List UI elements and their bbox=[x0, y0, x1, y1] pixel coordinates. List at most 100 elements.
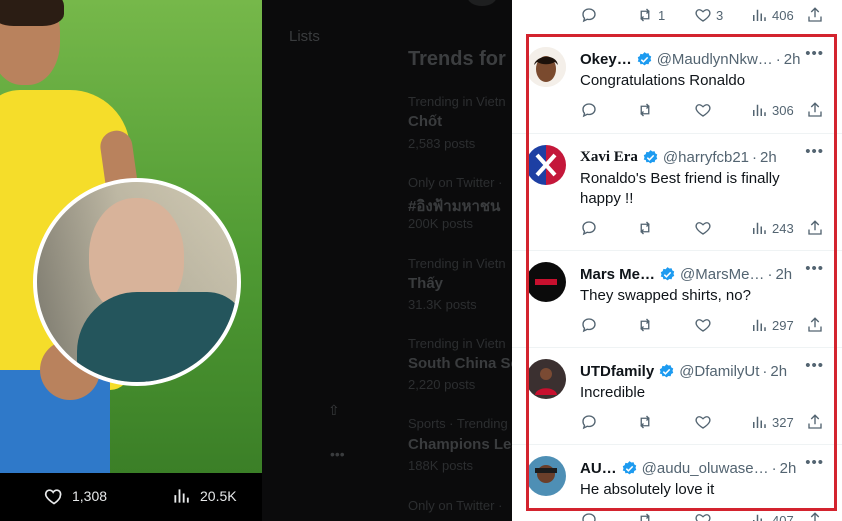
display-name[interactable]: Mars Me… bbox=[580, 266, 655, 283]
reply-button[interactable] bbox=[580, 316, 598, 334]
reply-actions: 407 bbox=[580, 511, 840, 521]
repost-button[interactable] bbox=[636, 101, 654, 119]
dim-more-icon: ••• bbox=[330, 446, 345, 462]
reply-item[interactable]: UTDfamily @DfamilyUt · 2h ••• Incredible… bbox=[512, 357, 842, 445]
repost-button[interactable] bbox=[636, 316, 654, 334]
reply-item[interactable]: Xavi Era @harryfcb21 · 2h ••• Ronaldo's … bbox=[512, 143, 842, 251]
views-count: 407 bbox=[772, 512, 794, 521]
like-button[interactable] bbox=[694, 101, 712, 119]
share-button[interactable] bbox=[806, 413, 824, 431]
inset-man-jacket bbox=[77, 292, 237, 382]
repost-icon bbox=[640, 221, 650, 235]
reply-header: Okey… @MaudlynNkw… · 2h bbox=[580, 49, 836, 69]
views-button[interactable]: 243 bbox=[750, 219, 794, 237]
reply-actions: 327 bbox=[580, 413, 840, 433]
trend-label: Trending in Vietn bbox=[408, 94, 506, 109]
separator-dot: · bbox=[775, 50, 781, 68]
views-button[interactable]: 407 bbox=[750, 511, 794, 521]
reply-button[interactable] bbox=[580, 511, 598, 521]
more-icon[interactable]: ••• bbox=[805, 143, 824, 160]
trend-title: #อิงฟ้ามหาชน bbox=[408, 198, 501, 215]
reply-text: Ronaldo's Best friend is finally happy !… bbox=[580, 170, 780, 207]
more-icon[interactable]: ••• bbox=[805, 260, 824, 277]
more-icon[interactable]: ••• bbox=[805, 357, 824, 374]
timestamp[interactable]: 2h bbox=[784, 51, 801, 68]
reply-item[interactable]: Mars Me… @MarsMe… · 2h ••• They swapped … bbox=[512, 260, 842, 348]
reply-item[interactable]: Okey… @MaudlynNkw… · 2h ••• Congratulati… bbox=[512, 45, 842, 134]
reply-button[interactable] bbox=[580, 219, 598, 237]
repost-button[interactable]: 1 bbox=[636, 6, 665, 24]
timestamp[interactable]: 2h bbox=[770, 363, 787, 380]
reply-button[interactable] bbox=[580, 101, 598, 119]
like-button[interactable]: 3 bbox=[694, 6, 723, 24]
media-views-button[interactable]: 20.5K bbox=[172, 486, 237, 506]
divider bbox=[512, 444, 842, 445]
share-button[interactable] bbox=[806, 316, 824, 334]
display-name[interactable]: AU… bbox=[580, 460, 617, 477]
reply-button[interactable] bbox=[580, 413, 598, 431]
timestamp[interactable]: 2h bbox=[760, 149, 777, 166]
more-icon[interactable]: ••• bbox=[805, 454, 824, 471]
repost-icon bbox=[640, 318, 650, 332]
handle[interactable]: @harryfcb21 bbox=[663, 149, 749, 166]
repost-button[interactable] bbox=[636, 511, 654, 521]
timestamp[interactable]: 2h bbox=[775, 266, 792, 283]
media-like-count: 1,308 bbox=[72, 488, 108, 504]
trend-label: Only on Twitter · bbox=[408, 498, 503, 513]
separator-dot: · bbox=[767, 265, 773, 283]
like-button[interactable] bbox=[694, 413, 712, 431]
views-icon bbox=[753, 319, 766, 331]
repost-button[interactable] bbox=[636, 219, 654, 237]
like-button[interactable] bbox=[694, 316, 712, 334]
like-icon bbox=[44, 489, 62, 505]
avatar[interactable] bbox=[526, 262, 566, 302]
display-name[interactable]: Xavi Era bbox=[580, 149, 638, 166]
views-button[interactable]: 406 bbox=[750, 6, 794, 24]
handle[interactable]: @MaudlynNkw… bbox=[657, 51, 773, 68]
avatar[interactable] bbox=[526, 456, 566, 496]
display-name[interactable]: UTDfamily bbox=[580, 363, 654, 380]
reply-header: UTDfamily @DfamilyUt · 2h bbox=[580, 361, 836, 381]
divider bbox=[512, 133, 842, 134]
handle[interactable]: @MarsMe… bbox=[680, 266, 764, 283]
reply-icon bbox=[582, 513, 596, 521]
share-button[interactable] bbox=[806, 511, 824, 521]
share-button[interactable] bbox=[806, 101, 824, 119]
reply-text: Congratulations Ronaldo bbox=[580, 72, 746, 89]
avatar[interactable] bbox=[526, 359, 566, 399]
reply-item[interactable]: AU… @audu_oluwase… · 2h ••• He absolutel… bbox=[526, 454, 836, 521]
share-button[interactable] bbox=[806, 219, 824, 237]
dim-avatar bbox=[467, 0, 497, 6]
verified-icon bbox=[659, 363, 674, 377]
more-icon[interactable]: ••• bbox=[805, 45, 824, 62]
handle[interactable]: @DfamilyUt bbox=[679, 363, 759, 380]
photo-inset-circle bbox=[33, 178, 241, 386]
share-button[interactable] bbox=[806, 6, 824, 24]
media-like-button[interactable]: 1,308 bbox=[44, 486, 107, 506]
views-button[interactable]: 306 bbox=[750, 101, 794, 119]
handle[interactable]: @audu_oluwase… bbox=[642, 460, 769, 477]
reply-icon bbox=[582, 8, 596, 23]
reply-button[interactable] bbox=[580, 6, 598, 24]
like-button[interactable] bbox=[694, 219, 712, 237]
verified-icon bbox=[637, 51, 651, 65]
views-button[interactable]: 327 bbox=[750, 413, 794, 431]
avatar-image bbox=[526, 262, 566, 302]
like-button[interactable] bbox=[694, 511, 712, 521]
repost-count: 1 bbox=[658, 7, 666, 23]
views-button[interactable]: 297 bbox=[750, 316, 794, 334]
trend-count: 2,583 posts bbox=[408, 136, 476, 151]
avatar[interactable] bbox=[526, 145, 566, 185]
tweet-photo[interactable] bbox=[0, 0, 262, 473]
dimmed-sidebar: Lists Trends for Trending in Vietn Chốt … bbox=[262, 0, 512, 521]
avatar[interactable] bbox=[526, 47, 566, 87]
share-icon bbox=[808, 7, 822, 22]
timestamp[interactable]: 2h bbox=[780, 460, 797, 477]
divider bbox=[512, 347, 842, 348]
repost-button[interactable] bbox=[636, 413, 654, 431]
display-name[interactable]: Okey… bbox=[580, 51, 632, 68]
media-action-bar: 1,308 20.5K bbox=[0, 473, 318, 521]
repost-icon bbox=[640, 103, 650, 117]
like-icon bbox=[695, 9, 711, 22]
like-icon bbox=[695, 222, 711, 235]
